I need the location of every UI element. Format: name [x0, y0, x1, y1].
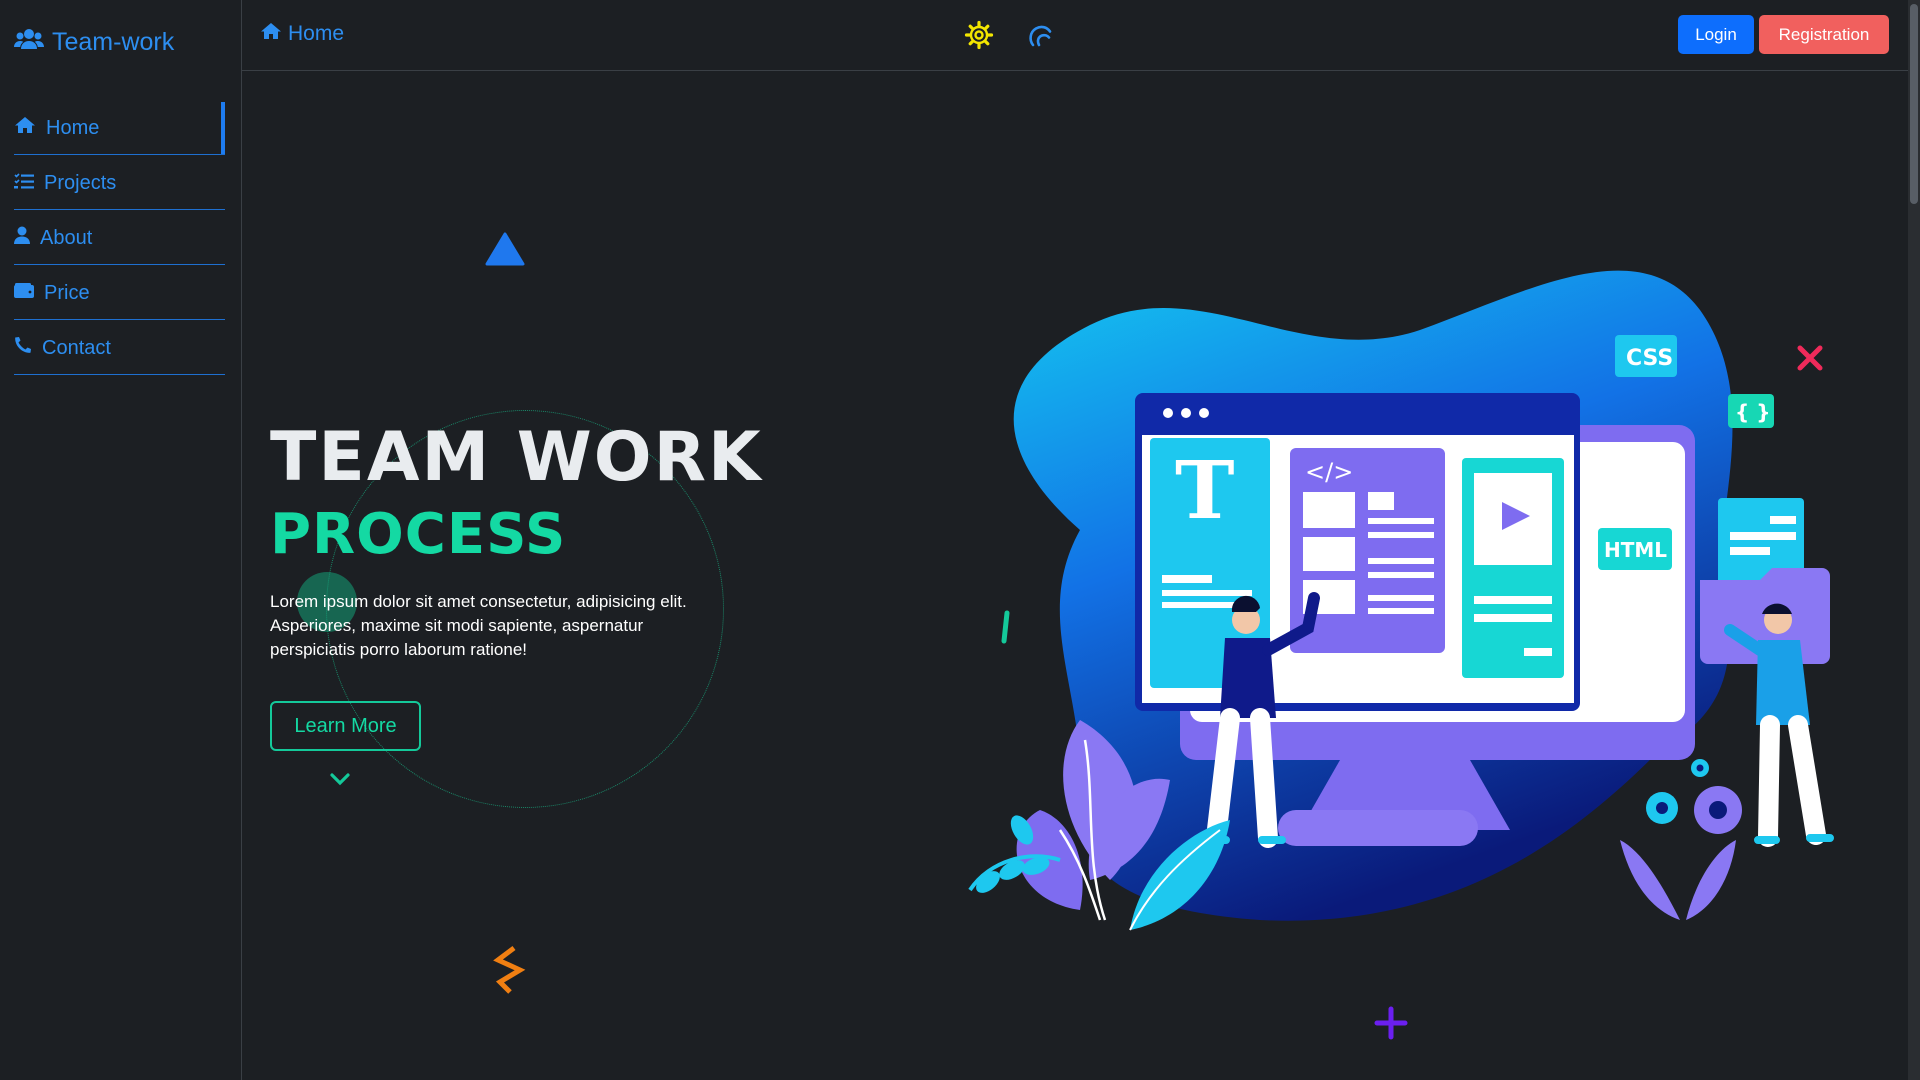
braces-badge: { }: [1728, 394, 1774, 428]
plant-right: [1620, 840, 1736, 920]
code-label: </>: [1305, 458, 1353, 486]
browser-window: T </>: [1135, 393, 1580, 711]
hero-illustration: T </> CSS { } HTML: [968, 270, 1834, 931]
refresh-icon: [1026, 25, 1056, 54]
users-icon: [14, 28, 44, 57]
login-button[interactable]: Login: [1678, 15, 1754, 54]
zigzag-shape-icon: [493, 946, 526, 994]
sidebar-item-projects[interactable]: Projects: [14, 157, 225, 210]
wallet-icon: [14, 282, 34, 305]
sidebar-item-label: Home: [46, 116, 100, 139]
plus-shape-icon: [1374, 1006, 1408, 1040]
sidebar-item-contact[interactable]: Contact: [14, 322, 225, 375]
sidebar-item-price[interactable]: Price: [14, 267, 225, 320]
page-scrollbar[interactable]: [1908, 0, 1920, 1080]
scrollbar-thumb[interactable]: [1910, 4, 1918, 204]
home-icon: [260, 22, 282, 46]
sidebar-item-about[interactable]: About: [14, 212, 225, 265]
hero-description: Lorem ipsum dolor sit amet consectetur, …: [270, 592, 687, 659]
hero-subtitle: PROCESS: [270, 502, 567, 567]
css-badge: CSS: [1615, 335, 1677, 377]
sidebar-item-label: Price: [44, 281, 90, 304]
sidebar: Team-work Home Projects About Price Cont…: [0, 0, 242, 1080]
gears-icon: [1646, 759, 1742, 834]
html-badge: HTML: [1598, 528, 1672, 570]
registration-button[interactable]: Registration: [1759, 15, 1889, 54]
sidebar-item-home[interactable]: Home: [14, 102, 225, 155]
chevron-down-icon[interactable]: [328, 771, 352, 787]
sidebar-nav: Home Projects About Price Contact: [14, 102, 225, 377]
sidebar-item-label: Projects: [44, 171, 117, 194]
close-mark-icon: [1797, 345, 1823, 371]
breadcrumb[interactable]: Home: [260, 22, 344, 46]
css-label: CSS: [1626, 346, 1673, 371]
breadcrumb-label: Home: [288, 22, 345, 45]
home-icon: [14, 116, 36, 140]
refresh-button[interactable]: [1026, 20, 1056, 55]
braces-label: { }: [1735, 400, 1770, 424]
user-icon: [14, 226, 30, 250]
topbar: Home Login Registration: [242, 0, 1908, 71]
triangle-shape-icon: [485, 232, 525, 266]
theme-toggle-button[interactable]: [964, 20, 994, 55]
sidebar-item-label: Contact: [42, 336, 111, 359]
sidebar-item-label: About: [40, 226, 93, 249]
hero-title: TEAM WORK: [270, 418, 763, 497]
brand-logo[interactable]: Team-work: [14, 28, 174, 57]
brand-name: Team-work: [52, 28, 175, 56]
letter-t-label: T: [1175, 443, 1235, 537]
list-icon: [14, 172, 34, 195]
learn-more-button[interactable]: Learn More: [270, 701, 421, 751]
html-label: HTML: [1604, 538, 1667, 562]
phone-icon: [14, 336, 32, 360]
gear-icon: [964, 20, 994, 54]
folder-icon: [1700, 498, 1830, 664]
